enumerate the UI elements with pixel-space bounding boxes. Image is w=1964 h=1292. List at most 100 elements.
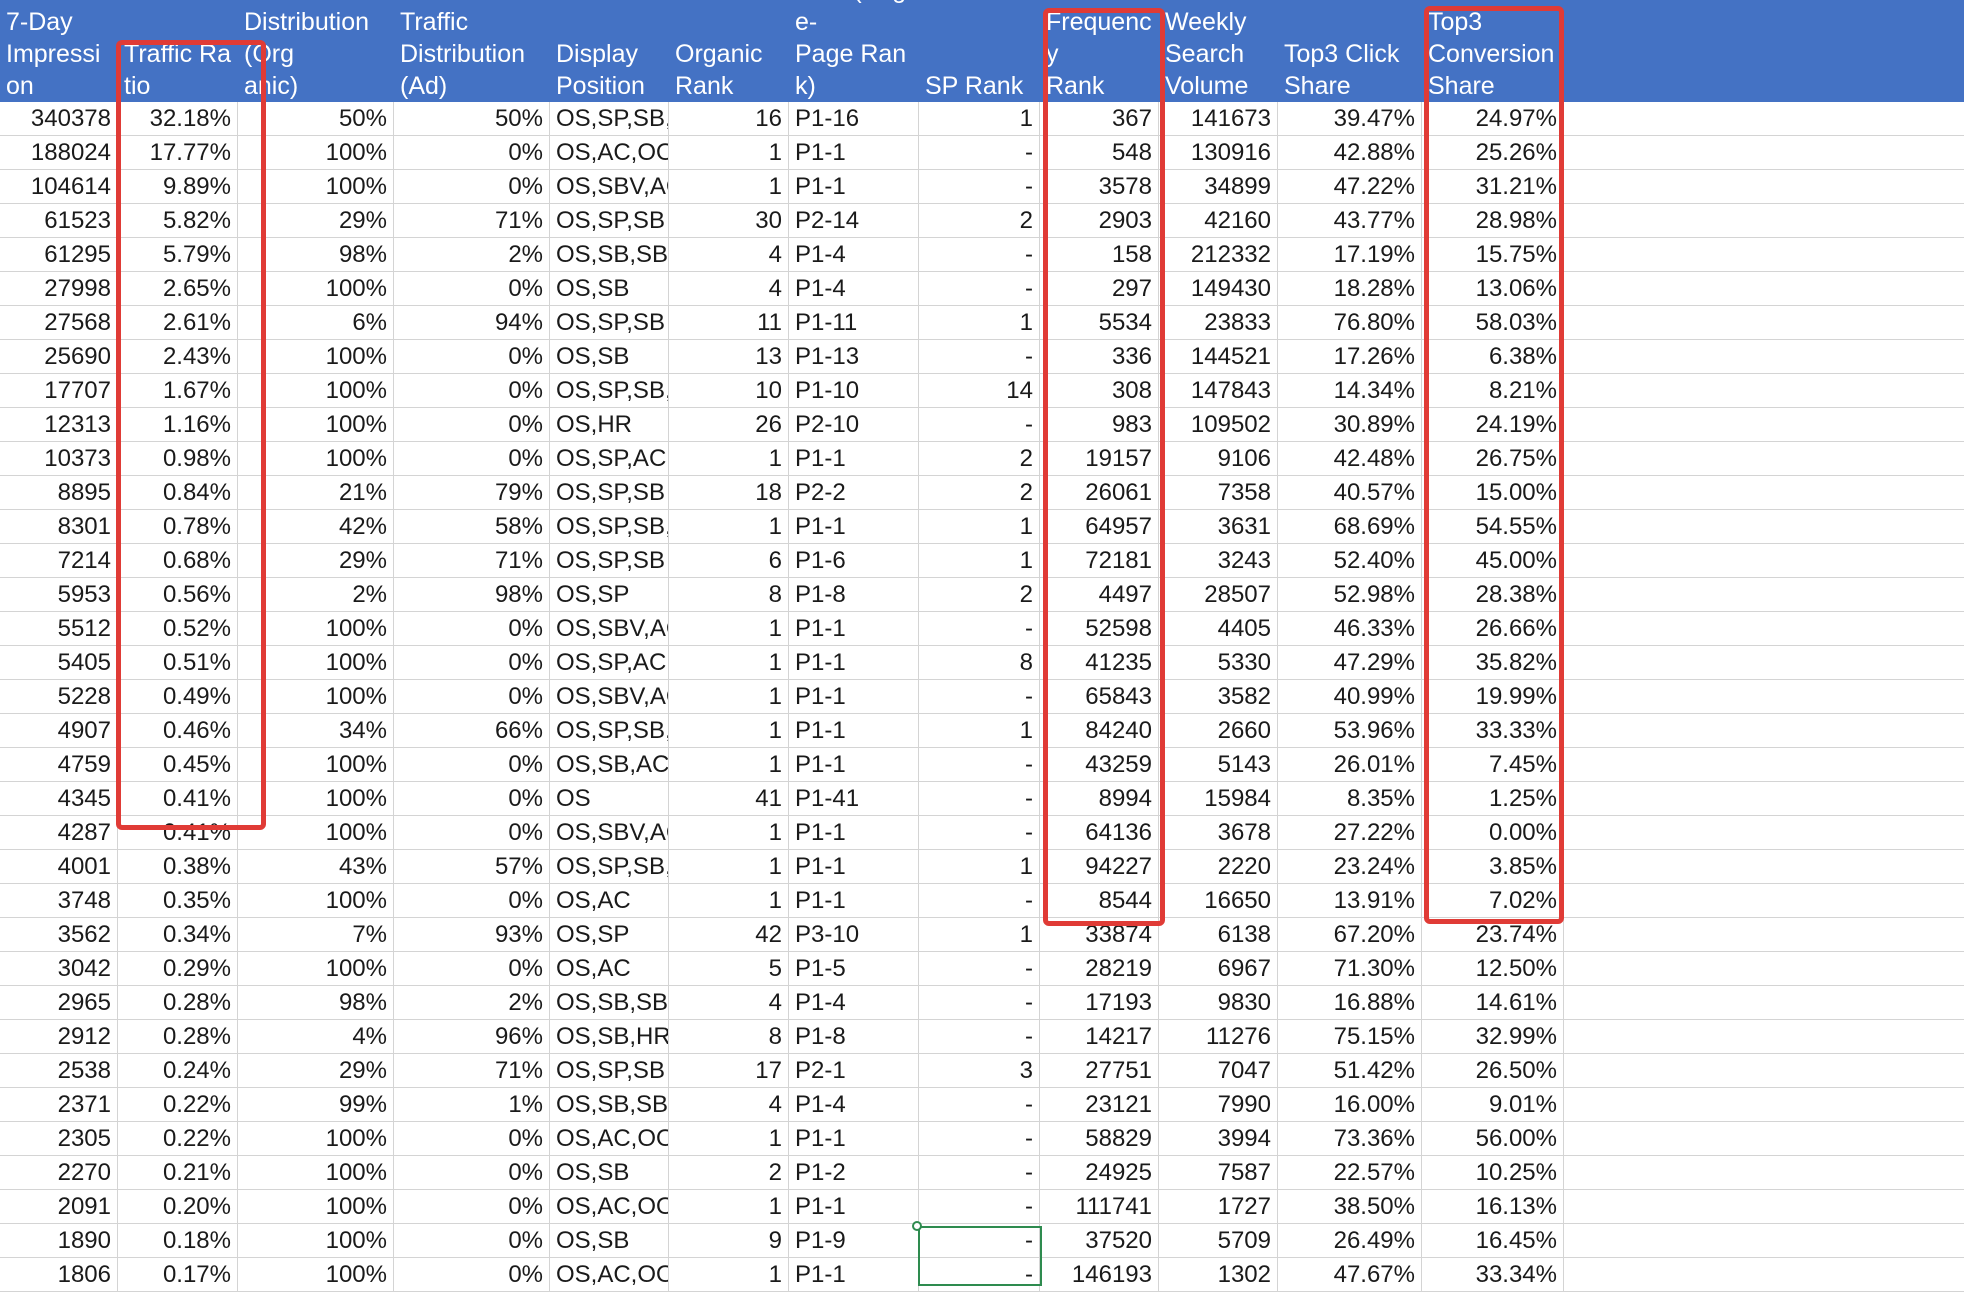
cell-org-rank[interactable]: 1 [669, 1122, 789, 1156]
cell-dist-org[interactable]: 99% [238, 1088, 394, 1122]
cell-dist-org[interactable]: 100% [238, 646, 394, 680]
cell-sfr[interactable]: 8994 [1040, 782, 1159, 816]
cell-org-rank[interactable]: 1 [669, 136, 789, 170]
cell-sfr[interactable]: 65843 [1040, 680, 1159, 714]
cell-org-rank[interactable]: 1 [669, 170, 789, 204]
cell-wsv[interactable]: 9106 [1159, 442, 1278, 476]
cell-ratio[interactable]: 5.82% [118, 204, 238, 238]
cell-conv-share[interactable]: 0.00% [1422, 816, 1564, 850]
cell-sp-rank[interactable]: 2 [919, 204, 1040, 238]
cell-ratio[interactable]: 0.29% [118, 952, 238, 986]
cell-click-share[interactable]: 47.22% [1278, 170, 1422, 204]
cell-click-share[interactable]: 16.88% [1278, 986, 1422, 1020]
cell-sp-rank[interactable]: 8 [919, 646, 1040, 680]
cell-display[interactable]: OS,SP,SB [550, 476, 669, 510]
cell-org-page-rank[interactable]: P1-4 [789, 272, 919, 306]
column-header-impression[interactable]: 7-Day Impression [0, 0, 118, 102]
cell-click-share[interactable]: 14.34% [1278, 374, 1422, 408]
cell-conv-share[interactable]: 23.74% [1422, 918, 1564, 952]
cell-click-share[interactable]: 40.57% [1278, 476, 1422, 510]
column-header-click-share[interactable]: Top3 Click Share [1278, 0, 1422, 102]
cell-wsv[interactable]: 5143 [1159, 748, 1278, 782]
cell-wsv[interactable]: 7358 [1159, 476, 1278, 510]
cell-wsv[interactable]: 7047 [1159, 1054, 1278, 1088]
cell-ratio[interactable]: 17.77% [118, 136, 238, 170]
cell-ratio[interactable]: 0.28% [118, 986, 238, 1020]
cell-conv-share[interactable]: 1.25% [1422, 782, 1564, 816]
cell-sfr[interactable]: 64136 [1040, 816, 1159, 850]
cell-dist-ad[interactable]: 96% [394, 1020, 550, 1054]
cell-dist-ad[interactable]: 0% [394, 272, 550, 306]
cell-org-page-rank[interactable]: P1-1 [789, 442, 919, 476]
cell-ratio[interactable]: 0.18% [118, 1224, 238, 1258]
cell-dist-ad[interactable]: 0% [394, 408, 550, 442]
column-header-sfr[interactable]: Search Frequency Rank [1040, 0, 1159, 102]
cell-dist-org[interactable]: 100% [238, 1258, 394, 1292]
cell-sp-rank[interactable]: - [919, 1224, 1040, 1258]
cell-dist-org[interactable]: 7% [238, 918, 394, 952]
cell-dist-ad[interactable]: 57% [394, 850, 550, 884]
cell-impression[interactable]: 12313 [0, 408, 118, 442]
cell-ratio[interactable]: 2.43% [118, 340, 238, 374]
cell-org-page-rank[interactable]: P1-4 [789, 238, 919, 272]
cell-org-rank[interactable]: 1 [669, 1190, 789, 1224]
cell-impression[interactable]: 2305 [0, 1122, 118, 1156]
cell-conv-share[interactable]: 19.99% [1422, 680, 1564, 714]
cell-org-page-rank[interactable]: P1-8 [789, 578, 919, 612]
cell-sfr[interactable]: 14217 [1040, 1020, 1159, 1054]
cell-display[interactable]: OS,SB,AC [550, 748, 669, 782]
cell-impression[interactable]: 104614 [0, 170, 118, 204]
cell-click-share[interactable]: 52.98% [1278, 578, 1422, 612]
cell-sfr[interactable]: 19157 [1040, 442, 1159, 476]
column-header-ratio[interactable]: Traffic Ratio [118, 0, 238, 102]
cell-sp-rank[interactable]: - [919, 340, 1040, 374]
cell-impression[interactable]: 2965 [0, 986, 118, 1020]
column-header-display[interactable]: Display Position [550, 0, 669, 102]
cell-dist-ad[interactable]: 66% [394, 714, 550, 748]
cell-dist-ad[interactable]: 71% [394, 544, 550, 578]
cell-sp-rank[interactable]: - [919, 408, 1040, 442]
cell-sp-rank[interactable]: - [919, 1156, 1040, 1190]
cell-sp-rank[interactable]: 1 [919, 510, 1040, 544]
cell-sp-rank[interactable]: - [919, 748, 1040, 782]
cell-impression[interactable]: 3562 [0, 918, 118, 952]
cell-wsv[interactable]: 1727 [1159, 1190, 1278, 1224]
cell-dist-org[interactable]: 100% [238, 170, 394, 204]
cell-impression[interactable]: 27998 [0, 272, 118, 306]
cell-dist-org[interactable]: 100% [238, 884, 394, 918]
cell-ratio[interactable]: 1.16% [118, 408, 238, 442]
cell-wsv[interactable]: 149430 [1159, 272, 1278, 306]
cell-conv-share[interactable]: 58.03% [1422, 306, 1564, 340]
cell-org-rank[interactable]: 10 [669, 374, 789, 408]
cell-dist-org[interactable]: 100% [238, 272, 394, 306]
cell-dist-org[interactable]: 100% [238, 782, 394, 816]
cell-impression[interactable]: 17707 [0, 374, 118, 408]
cell-click-share[interactable]: 68.69% [1278, 510, 1422, 544]
cell-org-page-rank[interactable]: P3-10 [789, 918, 919, 952]
cell-ratio[interactable]: 0.52% [118, 612, 238, 646]
cell-ratio[interactable]: 0.34% [118, 918, 238, 952]
cell-ratio[interactable]: 0.98% [118, 442, 238, 476]
cell-sfr[interactable]: 8544 [1040, 884, 1159, 918]
cell-wsv[interactable]: 5709 [1159, 1224, 1278, 1258]
cell-click-share[interactable]: 43.77% [1278, 204, 1422, 238]
cell-ratio[interactable]: 0.78% [118, 510, 238, 544]
cell-display[interactable]: OS,SP,SB,OOR [550, 102, 669, 136]
cell-org-rank[interactable]: 18 [669, 476, 789, 510]
cell-dist-ad[interactable]: 2% [394, 986, 550, 1020]
cell-sfr[interactable]: 336 [1040, 340, 1159, 374]
cell-ratio[interactable]: 32.18% [118, 102, 238, 136]
cell-conv-share[interactable]: 25.26% [1422, 136, 1564, 170]
cell-sfr[interactable]: 26061 [1040, 476, 1159, 510]
cell-ratio[interactable]: 0.51% [118, 646, 238, 680]
cell-click-share[interactable]: 18.28% [1278, 272, 1422, 306]
cell-sfr[interactable]: 41235 [1040, 646, 1159, 680]
cell-dist-ad[interactable]: 0% [394, 1122, 550, 1156]
cell-impression[interactable]: 4907 [0, 714, 118, 748]
cell-click-share[interactable]: 23.24% [1278, 850, 1422, 884]
cell-click-share[interactable]: 73.36% [1278, 1122, 1422, 1156]
cell-conv-share[interactable]: 28.98% [1422, 204, 1564, 238]
cell-org-page-rank[interactable]: P1-10 [789, 374, 919, 408]
cell-ratio[interactable]: 0.41% [118, 782, 238, 816]
cell-org-rank[interactable]: 1 [669, 646, 789, 680]
